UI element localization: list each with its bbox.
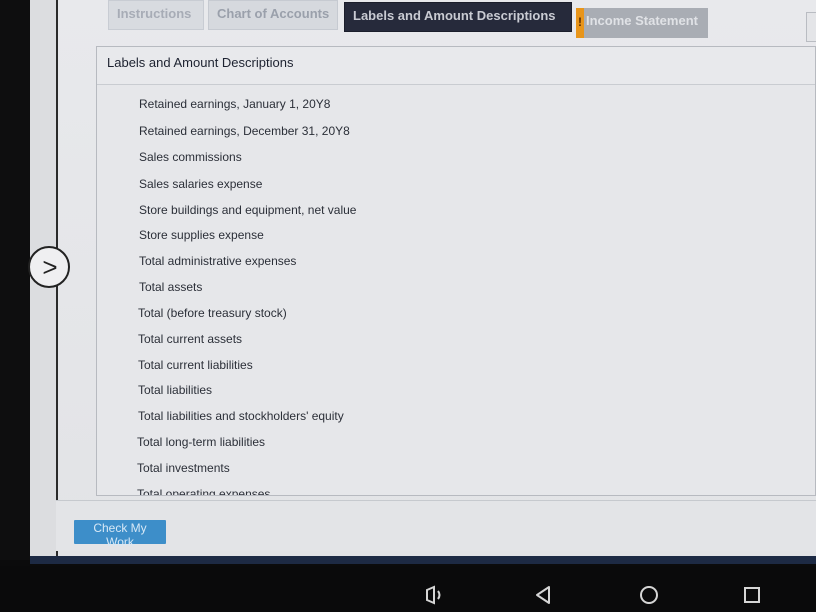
panel-header: Labels and Amount Descriptions [97,47,815,85]
list-item: Total (before treasury stock) [138,306,287,320]
list-item: Total investments [137,461,230,475]
list-item: Total assets [139,280,203,294]
list-item: Retained earnings, December 31, 20Y8 [139,124,350,138]
list-item: Total liabilities [138,383,213,397]
action-bar [56,500,816,551]
back-icon[interactable] [533,584,553,606]
screen-bottom-edge [30,556,816,564]
home-icon[interactable] [638,584,660,606]
check-my-work-button[interactable]: Check My Work [74,520,166,549]
recent-apps-icon[interactable] [742,584,762,606]
tab-instructions[interactable]: Instructions [108,0,204,30]
list-item: Total long-term liabilities [137,435,266,449]
list-item: Sales salaries expense [139,177,263,191]
tab-overflow[interactable] [806,12,816,42]
tab-labels-and-amount-descriptions[interactable]: Labels and Amount Descriptions [344,2,572,32]
tab-income-statement-label: Income Statement [586,13,698,28]
list-item: Total operating expenses [137,487,271,496]
device-bezel-left [0,0,30,560]
android-nav-bar [0,566,816,612]
chevron-right-icon: > [42,252,58,282]
tab-bar: Instructions Chart of Accounts Labels an… [100,0,816,42]
list-item: Total liabilities and stockholders' equi… [138,409,344,423]
speaker-icon[interactable] [424,584,446,606]
tab-chart-of-accounts[interactable]: Chart of Accounts [208,0,338,30]
list-item: Total administrative expenses [139,254,297,268]
panel-title: Labels and Amount Descriptions [107,55,294,70]
tab-income-statement[interactable]: ! Income Statement [576,8,708,38]
warning-icon: ! [576,8,584,38]
labels-panel: Paid-in capital, preferred stockRetained… [96,46,816,496]
list-item: Store supplies expense [139,228,264,242]
list-item: Store buildings and equipment, net value [139,203,357,217]
expand-sidebar-button[interactable]: > [28,246,70,288]
list-item: Total current liabilities [138,358,253,372]
list-item: Sales commissions [139,150,242,164]
list-item: Retained earnings, January 1, 20Y8 [139,97,331,111]
list-item: Total current assets [138,332,243,346]
